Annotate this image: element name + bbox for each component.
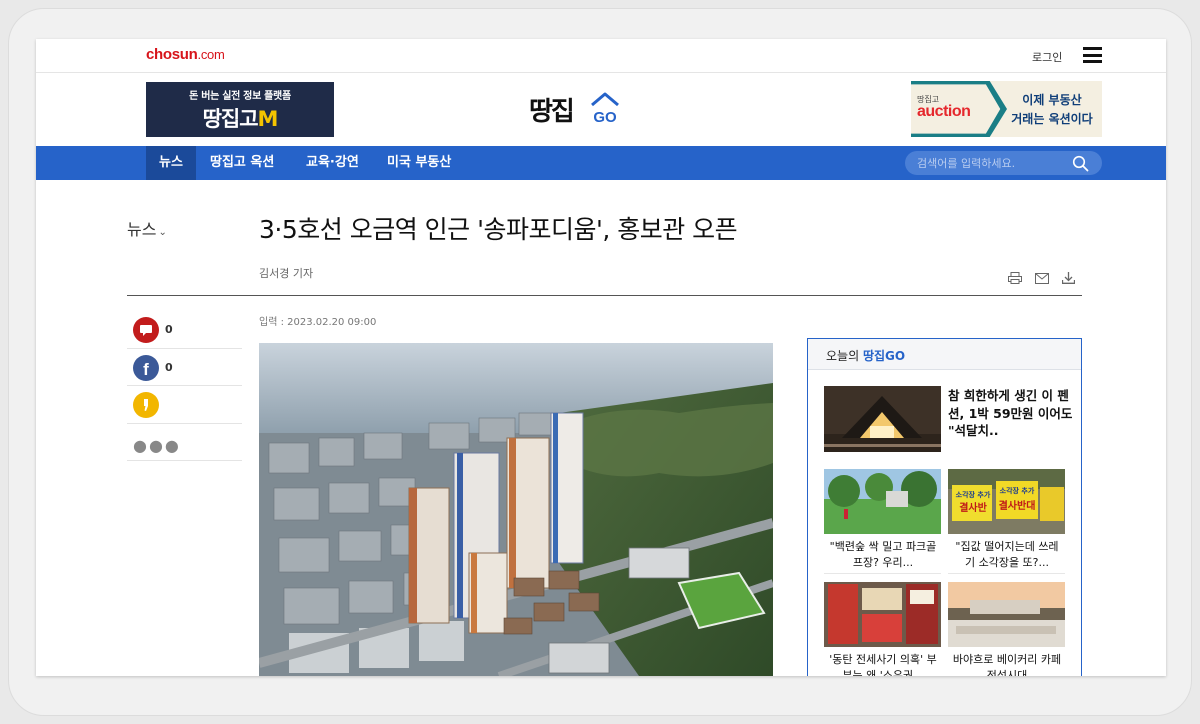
web-page: chosun.com 로그인 돈 버는 실전 정보 플랫폼 땅집고M 땅집 GO… bbox=[36, 39, 1166, 676]
banner-left-brand: 땅집고M bbox=[202, 107, 279, 131]
input-date: 입력 : 2023.02.20 09:00 bbox=[259, 317, 377, 328]
lead-title: 참 희한하게 생긴 이 펜션, 1박 59만원 이어도 "석달치.. bbox=[948, 388, 1073, 438]
kakaostory-icon bbox=[133, 392, 159, 418]
nav-item-auction[interactable]: 땅집고 옥션 bbox=[210, 146, 274, 180]
sidebar-card[interactable]: "백련숲 싹 밀고 파크골프장? 우리... bbox=[824, 469, 941, 574]
sidebar-card[interactable]: 소각장 추가 결사반 소각장 추가 결사반대 "집값 떨어지는데 쓰레기 소각장… bbox=[948, 469, 1065, 574]
svg-text:f: f bbox=[143, 360, 149, 379]
search-icon[interactable] bbox=[1072, 155, 1089, 172]
chosun-logo[interactable]: chosun.com bbox=[146, 46, 225, 63]
card-title: '동탄 전세사기 의혹' 부부는 왜 '소유권... bbox=[829, 653, 937, 676]
facebook-icon: f bbox=[133, 354, 159, 381]
protest-thumbnail: 소각장 추가 결사반 소각장 추가 결사반대 bbox=[948, 469, 1065, 534]
park-golf-thumbnail bbox=[824, 469, 941, 534]
kakaostory-share[interactable] bbox=[127, 386, 242, 424]
nav-item-news[interactable]: 뉴스 bbox=[146, 146, 196, 180]
print-icon[interactable] bbox=[1008, 269, 1022, 288]
share-bar: 0 f 0 ●●● bbox=[127, 311, 242, 461]
house-go-icon: GO bbox=[591, 92, 619, 126]
site-logo[interactable]: 땅집 GO bbox=[529, 89, 649, 129]
chevron-down-icon: ⌄ bbox=[158, 227, 167, 238]
comment-share[interactable]: 0 bbox=[127, 311, 242, 349]
chosun-logo-text: chosun bbox=[146, 46, 198, 63]
auction-logo: auction bbox=[917, 103, 971, 120]
card-title: "백련숲 싹 밀고 파크골프장? 우리... bbox=[829, 540, 937, 569]
auction-banner[interactable]: 땅집고 auction 이제 부동산 거래는 옥션이다 bbox=[911, 81, 1102, 137]
download-icon[interactable] bbox=[1062, 269, 1076, 288]
more-share[interactable]: ●●● bbox=[127, 424, 242, 461]
search-input[interactable] bbox=[917, 154, 1067, 172]
card-title: 바야흐로 베이커리 카페 전성시대 bbox=[952, 653, 1062, 676]
site-logo-text: 땅집 bbox=[529, 97, 575, 127]
section-dropdown[interactable]: 뉴스 ⌄ bbox=[127, 216, 167, 240]
login-link[interactable]: 로그인 bbox=[1032, 49, 1062, 65]
main-nav: 뉴스 땅집고 옥션 교육·강연 미국 부동산 bbox=[36, 146, 1166, 180]
section-label: 뉴스 bbox=[127, 220, 157, 239]
email-icon[interactable] bbox=[1035, 269, 1050, 288]
auction-banner-line2: 거래는 옥션이다 bbox=[1011, 112, 1093, 126]
svg-text:결사반: 결사반 bbox=[959, 501, 987, 514]
header-divider bbox=[127, 295, 1082, 296]
article-headline: 3·5호선 오금역 인근 '송파포디움', 홍보관 오픈 bbox=[259, 215, 738, 244]
nav-item-education[interactable]: 교육·강연 bbox=[306, 146, 359, 180]
svg-text:결사반대: 결사반대 bbox=[999, 499, 1036, 512]
svg-text:소각장 추가: 소각장 추가 bbox=[1000, 486, 1035, 495]
chosun-logo-suffix: .com bbox=[197, 47, 225, 62]
facebook-share[interactable]: f 0 bbox=[127, 349, 242, 386]
pension-thumbnail bbox=[824, 386, 941, 452]
svg-text:소각장 추가: 소각장 추가 bbox=[956, 490, 991, 499]
article-main-image bbox=[259, 343, 773, 676]
article-tools bbox=[1008, 269, 1083, 288]
bakery-cafe-thumbnail bbox=[948, 582, 1065, 647]
search-box bbox=[905, 151, 1102, 175]
nav-item-us-realestate[interactable]: 미국 부동산 bbox=[387, 146, 451, 180]
auction-banner-line1: 이제 부동산 bbox=[1022, 93, 1082, 107]
signage-thumbnail bbox=[824, 582, 941, 647]
hamburger-menu-icon[interactable] bbox=[1083, 47, 1102, 63]
sidebar-lead-article[interactable]: 참 희한하게 생긴 이 펜션, 1박 59만원 이어도 "석달치.. bbox=[824, 386, 1074, 452]
ttangjipgo-m-banner[interactable]: 돈 버는 실전 정보 플랫폼 땅집고M bbox=[146, 82, 334, 137]
sidebar-heading: 오늘의 땅집GO bbox=[808, 339, 1081, 370]
svg-text:GO: GO bbox=[593, 109, 617, 126]
card-title: "집값 떨어지는데 쓰레기 소각장을 또?... bbox=[955, 540, 1059, 569]
banner-left-tagline: 돈 버는 실전 정보 플랫폼 bbox=[189, 91, 291, 102]
top-bar: chosun.com 로그인 bbox=[36, 39, 1166, 73]
article-byline: 김서경 기자 bbox=[259, 267, 314, 280]
more-dots-icon: ●●● bbox=[133, 435, 181, 455]
comment-icon bbox=[133, 317, 159, 343]
today-ttangjipgo-box: 오늘의 땅집GO 참 희한하게 생긴 이 펜션, 1박 59만원 이어도 "석달… bbox=[807, 338, 1082, 676]
sidebar-card[interactable]: 바야흐로 베이커리 카페 전성시대 bbox=[948, 582, 1065, 676]
sidebar-card[interactable]: '동탄 전세사기 의혹' 부부는 왜 '소유권... bbox=[824, 582, 941, 676]
facebook-count: 0 bbox=[165, 360, 173, 374]
comment-count: 0 bbox=[165, 323, 173, 336]
